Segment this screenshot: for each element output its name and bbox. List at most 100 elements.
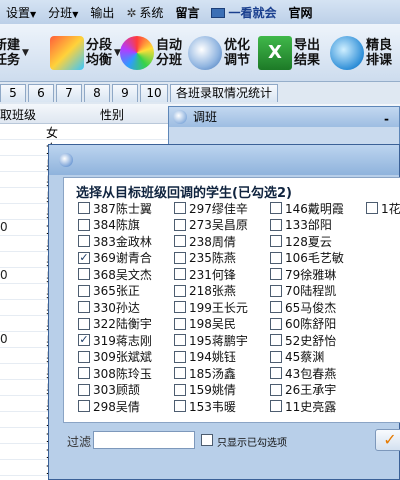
student-checkbox[interactable]: [270, 400, 282, 412]
student-option[interactable]: 238周倩: [174, 233, 236, 249]
tab-7[interactable]: 7: [56, 84, 82, 102]
student-checkbox[interactable]: [366, 202, 378, 214]
tab-class-stats[interactable]: 各班录取情况统计: [170, 84, 278, 102]
student-option[interactable]: 146戴明霞: [270, 200, 344, 216]
segment-balance-button[interactable]: 分段 均衡 ▼: [50, 30, 121, 76]
student-option[interactable]: 303顾颉: [78, 382, 140, 398]
student-checkbox[interactable]: [270, 317, 282, 330]
menu-system[interactable]: ✲ 系统: [120, 4, 169, 21]
student-option[interactable]: 194姚钰: [174, 349, 236, 365]
optimize-button[interactable]: 优化 调节: [188, 30, 250, 76]
student-checkbox[interactable]: [174, 284, 186, 297]
student-checkbox[interactable]: [174, 218, 186, 231]
student-option[interactable]: 43包春燕: [270, 365, 336, 381]
confirm-button[interactable]: ✓: [375, 429, 400, 451]
student-checkbox[interactable]: [78, 202, 90, 214]
student-option[interactable]: 45蔡渊: [270, 349, 324, 365]
menu-settings[interactable]: 设置▼: [0, 4, 42, 21]
student-option[interactable]: ✓ 369谢青合: [78, 250, 152, 266]
tab-10[interactable]: 10: [140, 84, 168, 102]
student-checkbox[interactable]: [78, 284, 90, 297]
student-option[interactable]: 195蒋鹏宇: [174, 332, 248, 348]
menu-website[interactable]: 官网: [282, 4, 318, 21]
student-checkbox[interactable]: ✓: [78, 251, 90, 264]
student-checkbox[interactable]: [174, 301, 186, 313]
tab-9[interactable]: 9: [112, 84, 138, 102]
student-checkbox[interactable]: [78, 383, 90, 396]
minimize-button[interactable]: -: [384, 109, 389, 129]
student-option[interactable]: 198吴民: [174, 316, 236, 332]
student-checkbox[interactable]: [78, 350, 90, 363]
student-option[interactable]: 26王承宇: [270, 382, 336, 398]
tab-5[interactable]: 5: [0, 84, 26, 102]
student-option[interactable]: 231何锋: [174, 266, 236, 282]
student-option[interactable]: 79徐雅琳: [270, 266, 336, 282]
student-checkbox[interactable]: [270, 251, 282, 264]
student-option[interactable]: 330孙达: [78, 299, 140, 315]
student-option[interactable]: 65马俊杰: [270, 299, 336, 315]
student-option[interactable]: 199王长元: [174, 299, 248, 315]
student-checkbox[interactable]: [174, 383, 186, 396]
student-option[interactable]: 153韦暖: [174, 398, 236, 414]
student-option[interactable]: 365张正: [78, 283, 140, 299]
student-checkbox[interactable]: [270, 235, 282, 247]
student-checkbox[interactable]: [78, 235, 90, 247]
student-checkbox[interactable]: [174, 334, 186, 346]
tab-6[interactable]: 6: [28, 84, 54, 102]
student-option[interactable]: 322陆衡宇: [78, 316, 152, 332]
student-checkbox[interactable]: [270, 202, 282, 214]
student-checkbox[interactable]: [78, 218, 90, 231]
student-option[interactable]: 309张斌斌: [78, 349, 152, 365]
auto-class-button[interactable]: 自动 分班: [120, 30, 182, 76]
schedule-button[interactable]: 精良 排课: [330, 30, 392, 76]
col-sex-header[interactable]: 性别: [100, 106, 124, 123]
student-checkbox[interactable]: [270, 218, 282, 231]
student-option[interactable]: 297缪佳辛: [174, 200, 248, 216]
student-checkbox[interactable]: [270, 334, 282, 346]
student-checkbox[interactable]: [174, 317, 186, 330]
student-option[interactable]: 133邰阳: [270, 217, 332, 233]
menu-output[interactable]: 输出: [84, 4, 120, 21]
student-option[interactable]: 1花: [366, 200, 400, 216]
menu-class[interactable]: 分班▼: [42, 4, 84, 21]
filter-input[interactable]: [93, 431, 195, 449]
student-checkbox[interactable]: [78, 301, 90, 313]
student-checkbox[interactable]: [270, 268, 282, 280]
menu-message[interactable]: 留言: [169, 4, 205, 21]
student-checkbox[interactable]: [174, 367, 186, 379]
student-option[interactable]: 106毛艺敏: [270, 250, 344, 266]
student-checkbox[interactable]: [78, 268, 90, 280]
student-option[interactable]: 308陈玲玉: [78, 365, 152, 381]
student-checkbox[interactable]: [174, 202, 186, 214]
student-checkbox[interactable]: [174, 350, 186, 363]
student-checkbox[interactable]: [270, 284, 282, 297]
student-option[interactable]: 273吴昌原: [174, 217, 248, 233]
student-option[interactable]: 235陈燕: [174, 250, 236, 266]
student-option[interactable]: ✓ 319蒋志刚: [78, 332, 152, 348]
student-checkbox[interactable]: [174, 235, 186, 247]
student-checkbox[interactable]: [78, 367, 90, 379]
student-checkbox[interactable]: [270, 383, 282, 396]
student-checkbox[interactable]: [270, 350, 282, 363]
new-task-button[interactable]: 新建 任务 ▼: [0, 30, 29, 76]
student-option[interactable]: 298吴倩: [78, 398, 140, 414]
student-option[interactable]: 368吴文杰: [78, 266, 152, 282]
student-checkbox[interactable]: [174, 400, 186, 412]
student-option[interactable]: 60陈舒阳: [270, 316, 336, 332]
student-option[interactable]: 218张燕: [174, 283, 236, 299]
student-checkbox[interactable]: [270, 301, 282, 313]
student-option[interactable]: 185汤鑫: [174, 365, 236, 381]
student-option[interactable]: 383金政林: [78, 233, 152, 249]
export-button[interactable]: X 导出 结果: [258, 30, 320, 76]
student-checkbox[interactable]: [174, 268, 186, 280]
col-class-header[interactable]: 取班级: [0, 106, 36, 123]
student-option[interactable]: 11史亮露: [270, 398, 336, 414]
student-option[interactable]: 52史舒怡: [270, 332, 336, 348]
student-option[interactable]: 128夏云: [270, 233, 332, 249]
student-checkbox[interactable]: ✓: [78, 334, 90, 346]
student-checkbox[interactable]: [174, 251, 186, 264]
student-option[interactable]: 387陈士翼: [78, 200, 152, 216]
student-checkbox[interactable]: [78, 400, 90, 412]
tab-8[interactable]: 8: [84, 84, 110, 102]
menu-quickstart[interactable]: 一看就会: [205, 4, 282, 21]
